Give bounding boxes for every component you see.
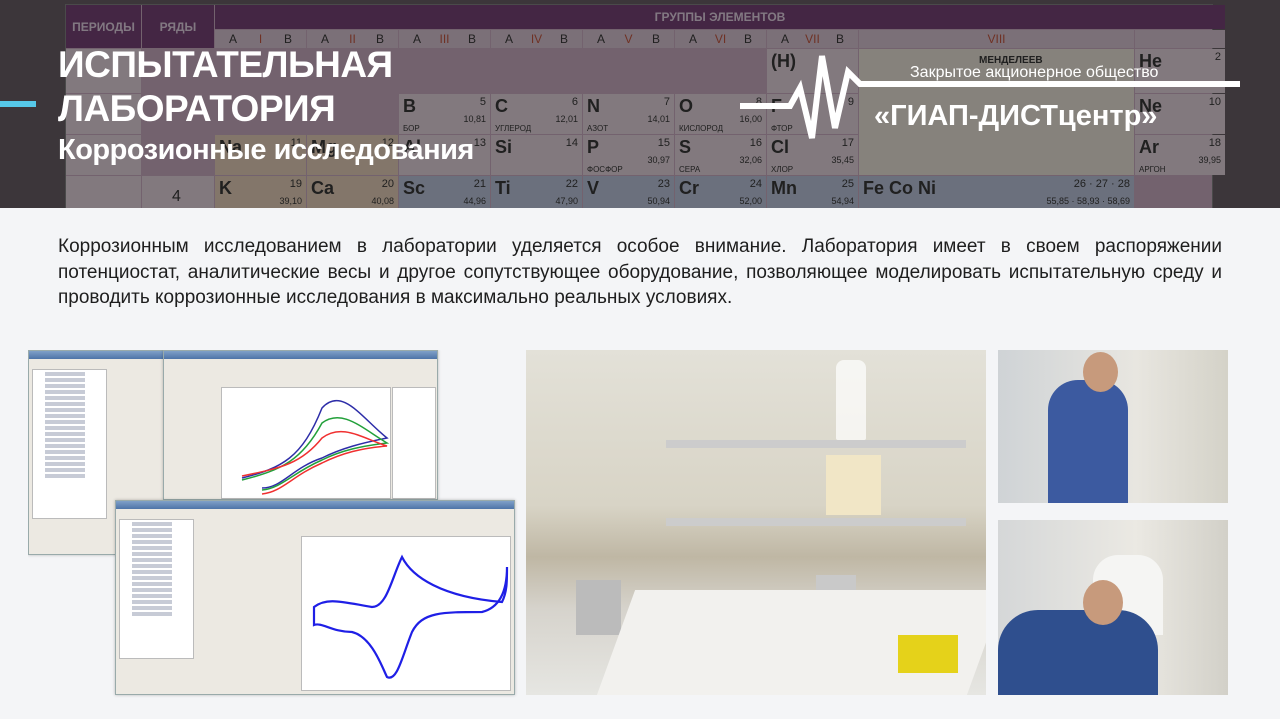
logo-company-name: «ГИАП-ДИСТцентр» — [874, 100, 1158, 132]
shelf — [666, 518, 966, 526]
person — [1048, 380, 1128, 503]
page-subtitle: Коррозионные исследования — [58, 134, 474, 166]
accent-bar — [0, 101, 36, 107]
analytical-balance — [576, 580, 621, 635]
jars — [826, 455, 881, 515]
company-logo: Закрытое акционерное общество «ГИАП-ДИСТ… — [740, 48, 1250, 148]
header-banner: ПЕРИОДЫРЯДЫГРУППЫ ЭЛЕМЕНТОВAIBAIIBAIIIBA… — [0, 0, 1280, 208]
person — [998, 610, 1158, 695]
software-window-cv-plot-2 — [115, 500, 515, 695]
pulse-line-icon — [740, 55, 1240, 139]
laboratory-photo — [526, 350, 986, 695]
person-head — [1083, 580, 1123, 625]
shelf — [666, 440, 966, 448]
intro-paragraph: Коррозионным исследованием в лаборатории… — [58, 236, 1222, 308]
researcher-photo-2 — [998, 520, 1228, 695]
page-title-line1: ИСПЫТАТЕЛЬНАЯ — [58, 44, 393, 85]
researcher-photo-1 — [998, 350, 1228, 503]
logo-org-type: Закрытое акционерное общество — [910, 64, 1159, 81]
yellow-tray — [898, 635, 958, 673]
software-screenshots-image — [28, 350, 518, 698]
software-window-cv-plot-1 — [163, 350, 438, 500]
bottle — [836, 360, 866, 440]
person-head — [1083, 352, 1118, 392]
page-title-line2: ЛАБОРАТОРИЯ — [58, 88, 336, 129]
